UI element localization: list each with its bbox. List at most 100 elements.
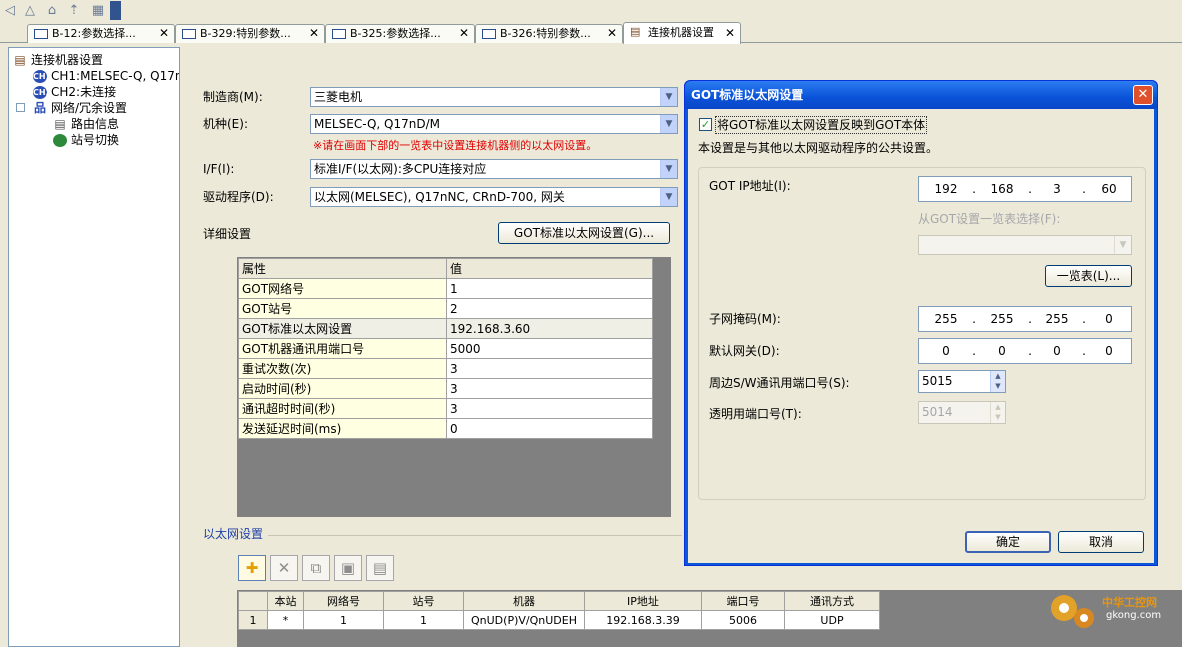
property-value[interactable]: 5000	[446, 338, 653, 359]
tab-b12[interactable]: B-12:参数选择... ✕	[27, 24, 175, 43]
close-icon[interactable]: ✕	[159, 25, 169, 42]
window-icon	[332, 29, 346, 39]
sw-port-stepper[interactable]: 5015 ▲ ▼	[918, 370, 1006, 393]
nav-up-icon[interactable]: ⇡	[64, 2, 84, 19]
property-value[interactable]: 3	[446, 378, 653, 399]
property-value[interactable]: 2	[446, 298, 653, 319]
delete-icon[interactable]: ✕	[270, 555, 298, 581]
dropdown-icon[interactable]	[110, 1, 121, 20]
reflect-checkbox-label[interactable]: 将GOT标准以太网设置反映到GOT本体	[715, 116, 928, 134]
table-row[interactable]: 重试次数(次) 3	[238, 358, 653, 379]
driver-select[interactable]: 以太网(MELSEC), Q17nNC, CRnD-700, 网关 ▼	[310, 187, 678, 207]
property-value[interactable]: 3	[446, 398, 653, 419]
list-button[interactable]: 一览表(L)...	[1045, 265, 1132, 287]
chevron-down-icon[interactable]: ▼	[660, 115, 677, 133]
table-cell[interactable]: 1	[303, 610, 384, 630]
clipboard-icon[interactable]: ▤	[366, 555, 394, 581]
table-row[interactable]: GOT标准以太网设置 192.168.3.60	[238, 318, 653, 339]
column-header: 通讯方式	[784, 591, 880, 611]
close-icon[interactable]: ✕	[459, 25, 469, 42]
table-cell[interactable]: 192.168.3.39	[584, 610, 702, 630]
watermark-site: 中华工控网	[1102, 596, 1157, 609]
back-icon[interactable]: ◁	[0, 2, 20, 19]
got-ip-input[interactable]: 192 . 168 . 3 . 60	[918, 176, 1132, 202]
table-row[interactable]: GOT机器通讯用端口号 5000	[238, 338, 653, 359]
property-value[interactable]: 0	[446, 418, 653, 439]
tab-b329[interactable]: B-329:特别参数... ✕	[175, 24, 325, 43]
home-icon[interactable]: ⌂	[42, 2, 62, 19]
tree-item-network[interactable]: 品网络/冗余设置	[33, 100, 127, 116]
ip-octet[interactable]: 255	[1033, 307, 1081, 331]
property-value[interactable]: 3	[446, 358, 653, 379]
reflect-checkbox[interactable]: ✓	[699, 118, 712, 131]
table-cell[interactable]: UDP	[784, 610, 880, 630]
ip-octet[interactable]: 192	[921, 177, 971, 201]
interface-select[interactable]: 标准I/F(以太网):多CPU连接对应 ▼	[310, 159, 678, 179]
table-row[interactable]: GOT网络号 1	[238, 278, 653, 299]
ip-octet[interactable]: 0	[1087, 339, 1131, 363]
column-header: 站号	[383, 591, 464, 611]
paste-icon[interactable]: ▣	[334, 555, 362, 581]
tab-b326[interactable]: B-326:特别参数... ✕	[475, 24, 623, 43]
table-cell[interactable]: 5006	[701, 610, 785, 630]
tree-item-root[interactable]: ▤ 连接机器设置	[13, 52, 103, 68]
dialog-title-bar[interactable]: GOT标准以太网设置 ✕	[685, 81, 1157, 109]
chevron-down-icon[interactable]: ▼	[660, 160, 677, 178]
ip-octet[interactable]: 0	[1087, 307, 1131, 331]
print-icon[interactable]: ▦	[88, 2, 108, 19]
tree-item-ch1[interactable]: CH1CH1:MELSEC-Q, Q17nD	[33, 68, 179, 84]
table-row[interactable]: 通讯超时时间(秒) 3	[238, 398, 653, 419]
chevron-down-icon[interactable]: ▼	[660, 88, 677, 106]
table-cell[interactable]: *	[267, 610, 304, 630]
ip-octet[interactable]: 255	[977, 307, 1027, 331]
got-ethernet-settings-button[interactable]: GOT标准以太网设置(G)...	[498, 222, 670, 244]
tree-item-label: 网络/冗余设置	[51, 101, 128, 115]
settings-doc-icon: ▤	[630, 25, 641, 38]
table-row[interactable]: 发送延迟时间(ms) 0	[238, 418, 653, 439]
detail-settings-label: 详细设置	[203, 227, 252, 241]
property-name: GOT网络号	[238, 278, 447, 299]
subnet-input[interactable]: 255 . 255 . 255 . 0	[918, 306, 1132, 332]
manufacturer-select[interactable]: 三菱电机 ▼	[310, 87, 678, 107]
table-row[interactable]: GOT站号 2	[238, 298, 653, 319]
close-icon[interactable]: ✕	[309, 25, 319, 42]
ip-octet[interactable]: 0	[921, 339, 971, 363]
model-value: MELSEC-Q, Q17nD/M	[314, 117, 440, 131]
gateway-input[interactable]: 0 . 0 . 0 . 0	[918, 338, 1132, 364]
close-icon[interactable]: ✕	[725, 23, 735, 43]
table-header-row: 属性 值	[238, 258, 653, 279]
tab-b325[interactable]: B-325:参数选择... ✕	[325, 24, 475, 43]
model-select[interactable]: MELSEC-Q, Q17nD/M ▼	[310, 114, 678, 134]
tree-item-route[interactable]: ▤ 路由信息	[53, 116, 119, 132]
ip-octet[interactable]: 168	[977, 177, 1027, 201]
column-header: 值	[446, 258, 653, 279]
copy-icon[interactable]: ⧉	[302, 555, 330, 581]
collapse-icon[interactable]	[16, 103, 25, 112]
tree-item-station[interactable]: 站号切换	[53, 132, 119, 148]
table-cell[interactable]: 1	[383, 610, 464, 630]
ip-octet[interactable]: 60	[1087, 177, 1131, 201]
ip-octet[interactable]: 3	[1033, 177, 1081, 201]
close-icon[interactable]: ✕	[607, 25, 617, 42]
forward-icon[interactable]: △	[20, 2, 40, 19]
driver-value: 以太网(MELSEC), Q17nNC, CRnD-700, 网关	[314, 190, 565, 204]
spin-arrows-icon[interactable]: ▲ ▼	[990, 371, 1005, 392]
sw-port-value[interactable]: 5015	[922, 374, 953, 388]
property-value[interactable]: 192.168.3.60	[446, 318, 653, 339]
add-icon[interactable]: ✚	[238, 555, 266, 581]
tree-item-ch2[interactable]: CH2CH2:未连接	[33, 84, 116, 100]
property-value[interactable]: 1	[446, 278, 653, 299]
ip-octet[interactable]: 0	[1033, 339, 1081, 363]
ethernet-settings-label: 以太网设置	[203, 527, 264, 541]
table-cell[interactable]: QnUD(P)V/QnUDEH	[463, 610, 585, 630]
table-row[interactable]: 启动时间(秒) 3	[238, 378, 653, 399]
table-row[interactable]: 1 * 1 1 QnUD(P)V/QnUDEH 192.168.3.39 500…	[238, 610, 880, 630]
close-icon[interactable]: ✕	[1133, 85, 1153, 105]
row-number: 1	[238, 610, 268, 630]
chevron-down-icon[interactable]: ▼	[660, 188, 677, 206]
tab-connection-settings[interactable]: ▤ 连接机器设置 ✕	[623, 22, 741, 44]
ok-button[interactable]: 确定	[965, 531, 1051, 553]
ip-octet[interactable]: 0	[977, 339, 1027, 363]
ip-octet[interactable]: 255	[921, 307, 971, 331]
cancel-button[interactable]: 取消	[1058, 531, 1144, 553]
